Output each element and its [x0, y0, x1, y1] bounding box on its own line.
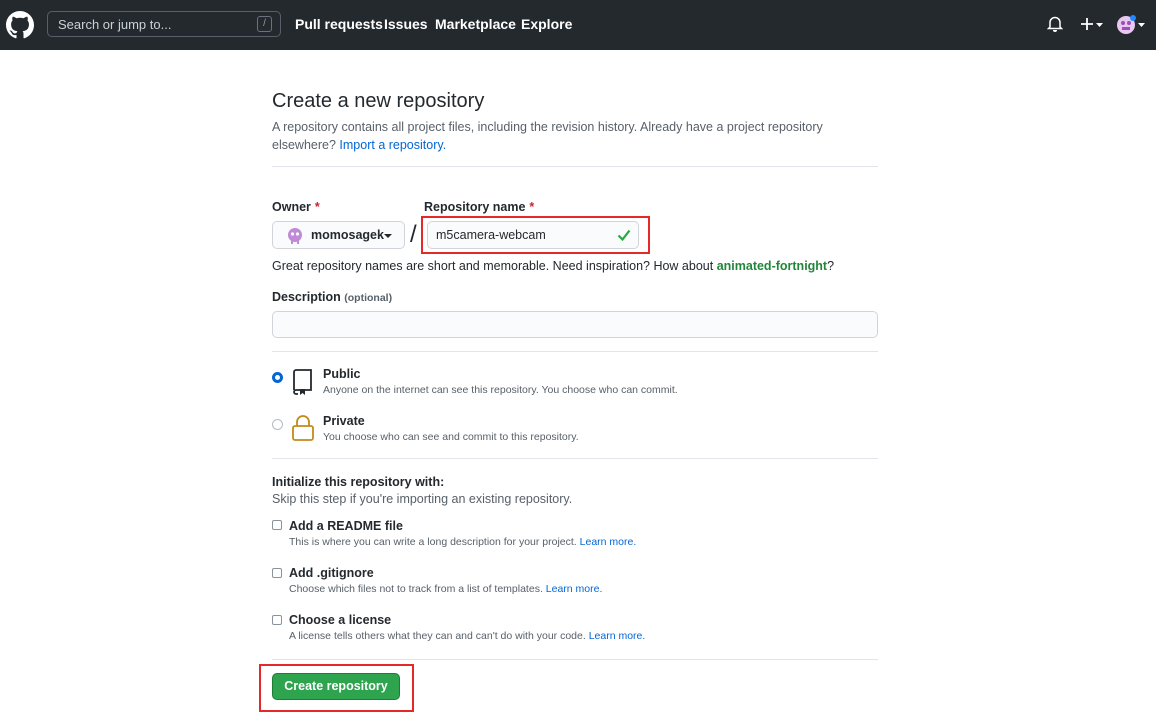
repository-name-hint: Great repository names are short and mem… [272, 259, 835, 273]
divider [272, 458, 878, 459]
initialize-title: Initialize this repository with: [272, 475, 445, 489]
search-shortcut-key: / [257, 16, 272, 32]
divider [272, 351, 878, 352]
chevron-down-icon [384, 234, 392, 238]
plus-icon[interactable] [1080, 15, 1104, 33]
global-header: Search or jump to... / Pull requests Iss… [0, 0, 1156, 50]
nav-pull-requests[interactable]: Pull requests [295, 16, 383, 32]
initialize-subtitle: Skip this step if you're importing an ex… [272, 492, 573, 506]
owner-name: momosagek [311, 228, 384, 242]
page-subtitle: A repository contains all project files,… [272, 118, 872, 154]
nav-issues[interactable]: Issues [384, 16, 428, 32]
public-option-desc: Anyone on the internet can see this repo… [323, 384, 678, 396]
license-learn-more-link[interactable]: Learn more. [589, 630, 646, 642]
private-option-desc: You choose who can see and commit to thi… [323, 431, 579, 443]
nav-marketplace[interactable]: Marketplace [435, 16, 516, 32]
readme-option-title: Add a README file [289, 519, 403, 533]
search-placeholder: Search or jump to... [58, 17, 172, 32]
gitignore-learn-more-link[interactable]: Learn more. [546, 583, 603, 595]
description-input[interactable] [272, 311, 878, 338]
public-option-title: Public [323, 367, 361, 381]
gitignore-option-desc: Choose which files not to track from a l… [289, 583, 603, 595]
radio-private[interactable] [272, 419, 283, 430]
owner-avatar [288, 228, 302, 244]
divider [272, 659, 878, 660]
name-suggestion-link[interactable]: animated-fortnight [717, 259, 827, 273]
owner-repo-separator: / [410, 221, 417, 248]
description-label: Description (optional) [272, 290, 393, 304]
gitignore-checkbox[interactable] [272, 568, 282, 578]
avatar[interactable] [1116, 15, 1146, 35]
readme-option-desc: This is where you can write a long descr… [289, 536, 637, 548]
owner-label: Owner * [272, 200, 320, 214]
owner-dropdown[interactable]: momosagek [272, 221, 405, 249]
github-logo-icon[interactable] [6, 11, 34, 39]
bell-icon[interactable] [1047, 15, 1063, 33]
license-option-title: Choose a license [289, 613, 392, 627]
page-title: Create a new repository [272, 90, 485, 112]
repo-icon [293, 369, 312, 395]
divider [272, 166, 878, 167]
readme-checkbox[interactable] [272, 520, 282, 530]
radio-public[interactable] [272, 372, 283, 383]
lock-icon [292, 415, 314, 441]
license-checkbox[interactable] [272, 615, 282, 625]
readme-learn-more-link[interactable]: Learn more. [580, 536, 637, 548]
repository-name-label: Repository name * [424, 200, 535, 214]
private-option-title: Private [323, 414, 365, 428]
nav-explore[interactable]: Explore [521, 16, 572, 32]
search-input[interactable]: Search or jump to... / [47, 11, 281, 37]
license-option-desc: A license tells others what they can and… [289, 630, 646, 642]
gitignore-option-title: Add .gitignore [289, 566, 374, 580]
import-repository-link[interactable]: Import a repository. [339, 138, 446, 152]
highlight-box-repository-name [421, 216, 650, 254]
highlight-box-create-button [259, 664, 414, 712]
